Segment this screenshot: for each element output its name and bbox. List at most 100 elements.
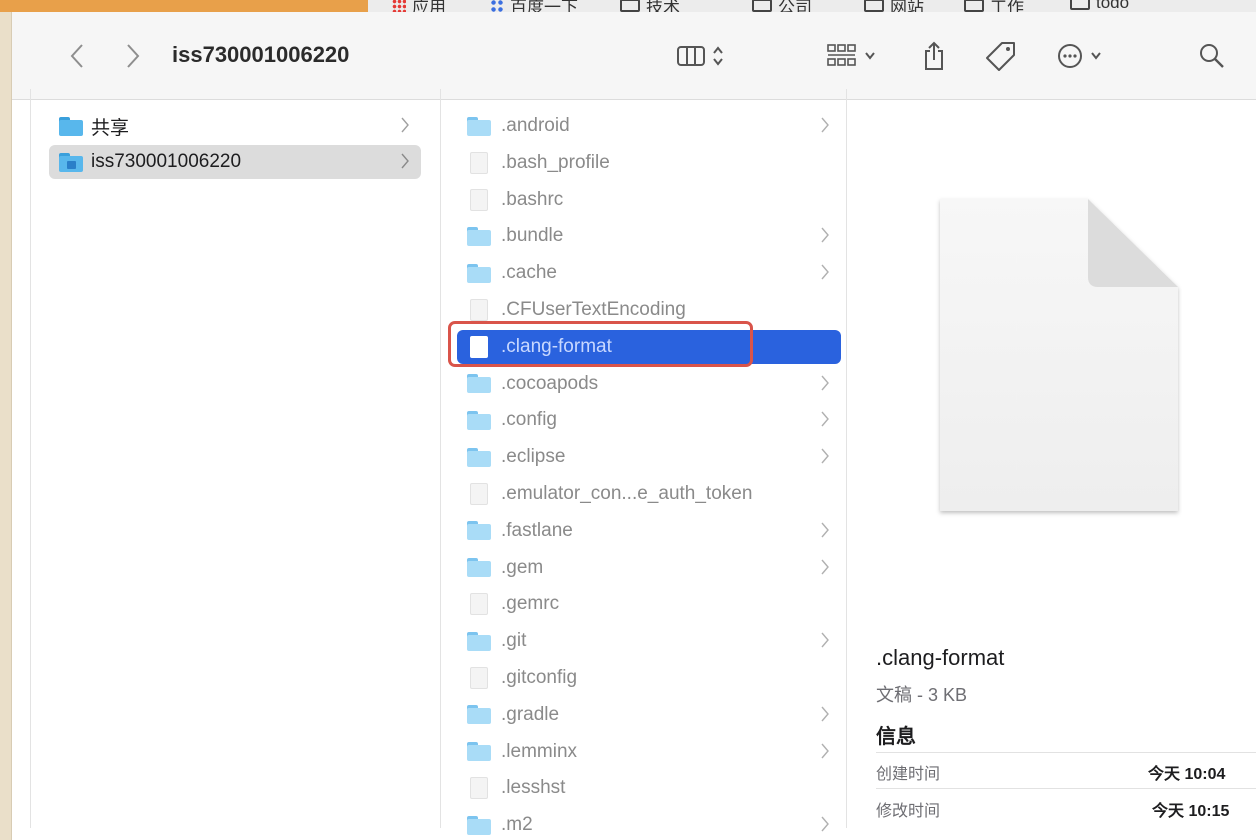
chevron-right-icon [821, 522, 829, 538]
chevron-right-icon [821, 706, 829, 722]
file-row[interactable]: .android [457, 109, 841, 143]
share-button[interactable] [922, 40, 946, 72]
file-row-label: .bashrc [501, 188, 564, 210]
folder-icon [467, 815, 491, 835]
folder-icon [467, 410, 491, 430]
folder-icon [620, 0, 640, 12]
file-row[interactable]: .lemminx [457, 735, 841, 769]
more-actions-button[interactable] [1056, 40, 1102, 72]
tag-icon [986, 42, 1015, 71]
bookmark-label: 公司 [778, 0, 812, 12]
document-icon [470, 299, 488, 321]
ellipsis-circle-icon [1058, 44, 1082, 68]
divider [876, 752, 1256, 753]
folder-icon [467, 705, 491, 725]
location-column: 共享 iss730001006220 [30, 89, 440, 828]
file-row[interactable]: .cocoapods [457, 367, 841, 401]
file-row[interactable]: .m2 [457, 808, 841, 840]
file-row[interactable]: .git [457, 624, 841, 658]
preview-modified-label: 修改时间 [876, 803, 941, 820]
file-row[interactable]: .gitconfig [457, 661, 841, 695]
bookmark-apps[interactable]: 应用 [392, 0, 446, 12]
folder-icon [467, 116, 491, 136]
window-title: iss730001006220 [172, 42, 350, 67]
search-icon [1200, 44, 1224, 68]
folder-icon [467, 521, 491, 541]
folder-icon [467, 226, 491, 246]
document-icon [470, 667, 488, 689]
file-row[interactable]: .eclipse [457, 440, 841, 474]
file-row[interactable]: .gem [457, 551, 841, 585]
file-row-label: .cache [501, 262, 557, 284]
chevron-right-icon [821, 411, 829, 427]
folder-icon [467, 263, 491, 283]
document-icon [470, 188, 488, 211]
view-mode-button[interactable] [676, 40, 724, 72]
file-row-label: .CFUserTextEncoding [501, 299, 686, 320]
search-button[interactable] [1198, 40, 1226, 72]
document-icon [470, 777, 488, 800]
toolbar: iss730001006220 [12, 12, 1256, 100]
chevron-right-icon [127, 44, 140, 68]
chevron-right-icon [401, 117, 409, 133]
file-row[interactable]: .cache [457, 256, 841, 290]
folder-icon [964, 0, 984, 12]
file-row-label: .bundle [501, 225, 564, 247]
folder-icon [467, 558, 491, 578]
bookmark-label: 技术 [646, 0, 680, 12]
bookmark-label: todo [1096, 0, 1130, 12]
folder-icon [864, 0, 884, 12]
column-item-shared[interactable]: 共享 [49, 109, 421, 143]
folder-icon [1070, 0, 1090, 10]
bookmark-label: 应用 [412, 0, 446, 12]
file-row[interactable]: .bundle [457, 219, 841, 253]
file-row-label: .lesshst [501, 777, 566, 799]
bookmark-company[interactable]: 公司 [752, 0, 812, 12]
bookmark-sites[interactable]: 网站 [864, 0, 924, 12]
folder-icon [467, 631, 491, 651]
annotation-highlight-box [448, 321, 753, 367]
file-row[interactable]: .fastlane [457, 514, 841, 548]
file-row[interactable]: .emulator_con...e_auth_token [457, 477, 841, 511]
preview-created-value: 今天 10:04 [1148, 766, 1226, 783]
preview-file-kind: 文稿 - 3 KB [876, 685, 968, 705]
file-row[interactable]: .bashrc [457, 183, 841, 217]
column-item-home[interactable]: iss730001006220 [49, 145, 421, 179]
file-row[interactable]: .lesshst [457, 771, 841, 805]
bookmark-label: 百度一下 [510, 0, 578, 12]
file-row-label: .gradle [501, 703, 560, 725]
chevron-right-icon [821, 227, 829, 243]
window-behind-edge [0, 12, 12, 840]
file-row[interactable]: .config [457, 403, 841, 437]
file-row-label: .android [501, 115, 570, 136]
bookmark-baidu[interactable]: 百度一下 [490, 0, 578, 12]
bookmarks-bar: 应用 百度一下 技术 公司 网站 工作 todo [0, 0, 1256, 12]
bookmark-label: 工作 [990, 0, 1024, 12]
tag-button[interactable] [984, 40, 1018, 72]
folder-icon [59, 116, 83, 136]
chevron-right-icon [821, 816, 829, 832]
forward-button[interactable] [118, 38, 148, 74]
file-row-label: .cocoapods [501, 372, 599, 394]
chevron-left-icon [70, 44, 83, 68]
chevron-right-icon [821, 743, 829, 759]
bookmark-tech[interactable]: 技术 [620, 0, 680, 12]
bookmark-work[interactable]: 工作 [964, 0, 1024, 12]
preview-file-name: .clang-format [876, 645, 1005, 670]
divider [876, 788, 1256, 789]
document-icon [470, 483, 488, 505]
chevron-right-icon [821, 375, 829, 391]
file-row-label: .gem [501, 556, 544, 578]
chevron-right-icon [821, 117, 829, 133]
file-row-label: .bash_profile [501, 151, 610, 173]
back-button[interactable] [62, 38, 92, 74]
column-view-icon [677, 46, 705, 66]
chevron-right-icon [821, 264, 829, 280]
file-row[interactable]: .gradle [457, 698, 841, 732]
share-icon [925, 41, 943, 70]
bookmark-todo[interactable]: todo [1070, 0, 1129, 12]
files-column: .android .bash_profile .bashrc .bundle .cach… [440, 89, 846, 835]
group-button[interactable] [826, 40, 876, 72]
file-row[interactable]: .bash_profile [457, 146, 841, 180]
file-row[interactable]: .gemrc [457, 587, 841, 621]
